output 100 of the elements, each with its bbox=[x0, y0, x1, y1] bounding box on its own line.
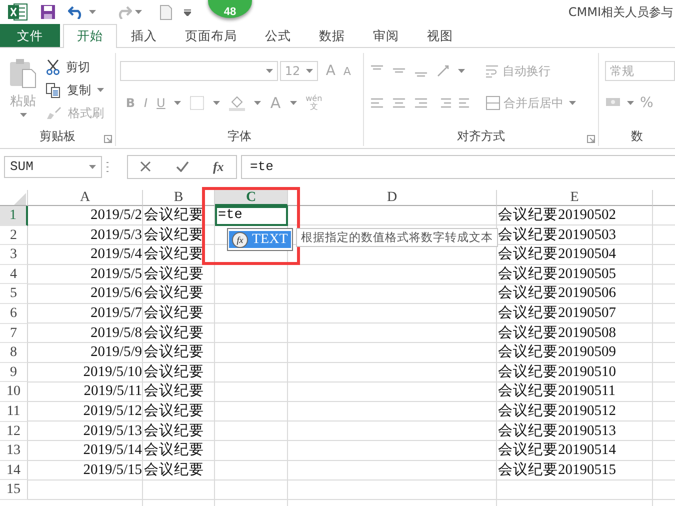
ribbon-tab[interactable]: 公式 bbox=[251, 24, 305, 47]
table-cell-text: 2019/5/3 bbox=[89, 226, 143, 245]
table-cell-text: 会议纪要20190505 bbox=[497, 264, 617, 284]
table-cell-text: 会议纪要20190503 bbox=[497, 226, 617, 245]
cut-button[interactable]: 剪切 bbox=[66, 58, 90, 76]
row-header[interactable]: 5 bbox=[0, 284, 28, 304]
group-label: 数 bbox=[631, 128, 643, 145]
row-header[interactable]: 4 bbox=[0, 264, 28, 284]
autocomplete-item[interactable]: fx TEXT bbox=[229, 231, 291, 248]
table-cell-text: 2019/5/12 bbox=[82, 402, 143, 421]
ribbon-tab[interactable]: 数据 bbox=[305, 24, 359, 47]
group-label: 剪贴板 bbox=[39, 128, 76, 145]
table-cell-text: 会议纪要 bbox=[143, 324, 205, 343]
row-header[interactable]: 6 bbox=[0, 304, 28, 324]
ribbon-tab[interactable]: 开始 bbox=[63, 24, 117, 48]
column-header[interactable]: D bbox=[288, 190, 497, 206]
excel-logo-icon[interactable] bbox=[8, 3, 28, 21]
table-cell-text: 会议纪要 bbox=[143, 441, 205, 460]
row-header[interactable]: 11 bbox=[0, 402, 28, 422]
table-cell-text: 会议纪要 bbox=[143, 343, 205, 362]
row-header[interactable]: 14 bbox=[0, 460, 28, 480]
caret-icon bbox=[135, 10, 142, 14]
ribbon-tab[interactable]: 页面布局 bbox=[171, 24, 251, 47]
column-header[interactable]: E bbox=[497, 190, 653, 206]
row-header[interactable]: 13 bbox=[0, 441, 28, 461]
table-cell-text: 2019/5/13 bbox=[82, 422, 143, 441]
fill-color-icon[interactable] bbox=[229, 95, 246, 111]
table-cell-text: 会议纪要 bbox=[143, 284, 205, 304]
table-cell-text: 会议纪要 bbox=[143, 422, 205, 441]
table-cell-text: 2019/5/7 bbox=[89, 304, 143, 323]
table-cell-text: 2019/5/10 bbox=[82, 362, 143, 382]
scissors-icon[interactable] bbox=[46, 59, 60, 75]
row-header[interactable]: 10 bbox=[0, 382, 28, 402]
table-cell-text: 会议纪要 bbox=[143, 264, 205, 284]
copy-button[interactable]: 复制 bbox=[67, 82, 91, 98]
table-cell-text: 会议纪要20190509 bbox=[497, 343, 617, 362]
caret-icon bbox=[266, 69, 273, 73]
table-cell-text: 2019/5/4 bbox=[89, 245, 143, 264]
table-cell-text: 2019/5/15 bbox=[82, 460, 143, 480]
row-header[interactable]: 7 bbox=[0, 324, 28, 344]
caret-icon bbox=[569, 101, 576, 105]
row-header[interactable]: 9 bbox=[0, 362, 28, 382]
caret-icon bbox=[89, 10, 96, 14]
customize-toolbar-icon[interactable] bbox=[184, 8, 191, 16]
new-document-icon[interactable] bbox=[160, 4, 172, 20]
ribbon-tab[interactable]: 审阅 bbox=[359, 24, 413, 47]
file-tab[interactable]: 文件 bbox=[0, 24, 60, 47]
table-cell-text: 会议纪要20190512 bbox=[497, 402, 617, 421]
checkmark-icon[interactable] bbox=[176, 161, 189, 172]
caret-icon bbox=[20, 113, 26, 117]
save-icon[interactable] bbox=[40, 4, 56, 20]
table-cell-text: 会议纪要 bbox=[143, 245, 205, 264]
dialog-launcher-icon[interactable] bbox=[104, 135, 112, 143]
borders-icon[interactable] bbox=[190, 96, 204, 110]
ribbon-tab[interactable]: 视图 bbox=[413, 24, 467, 47]
caret-icon bbox=[458, 69, 466, 73]
brush-icon[interactable] bbox=[46, 106, 62, 120]
ribbon-tab[interactable]: 插入 bbox=[117, 24, 171, 47]
active-cell[interactable]: =te bbox=[215, 206, 288, 226]
table-cell-text: 会议纪要20190510 bbox=[497, 362, 617, 382]
caret-icon bbox=[213, 101, 220, 105]
table-cell-text: 2019/5/6 bbox=[89, 284, 143, 304]
caret-icon bbox=[89, 164, 96, 168]
group-label: 对齐方式 bbox=[457, 128, 506, 145]
function-tooltip: 根据指定的数值格式将数字转成文本 bbox=[296, 228, 498, 247]
table-cell-text: 2019/5/9 bbox=[89, 343, 143, 362]
table-cell-text: 会议纪要20190508 bbox=[497, 324, 617, 343]
cancel-icon[interactable] bbox=[140, 161, 152, 172]
row-header[interactable]: 2 bbox=[0, 226, 28, 246]
table-cell-text: 2019/5/14 bbox=[82, 441, 143, 460]
table-cell-text: 会议纪要 bbox=[143, 402, 205, 421]
row-header[interactable]: 12 bbox=[0, 422, 28, 442]
font-name-field[interactable] bbox=[120, 61, 278, 81]
column-header[interactable]: C bbox=[215, 190, 288, 206]
table-cell-text: 会议纪要20190515 bbox=[497, 460, 617, 480]
column-header[interactable]: A bbox=[28, 190, 143, 206]
formula-input[interactable]: =te bbox=[241, 154, 675, 178]
dialog-launcher-icon[interactable] bbox=[587, 135, 595, 143]
caret-icon bbox=[290, 101, 297, 105]
copy-icon[interactable] bbox=[46, 82, 61, 98]
paste-icon[interactable] bbox=[8, 57, 38, 89]
row-header[interactable]: 15 bbox=[0, 480, 28, 500]
name-box[interactable]: SUM bbox=[4, 156, 102, 178]
group-label: 字体 bbox=[228, 128, 252, 145]
caret-icon bbox=[97, 88, 104, 92]
table-cell-text: 2019/5/2 bbox=[89, 206, 143, 225]
table-cell-text: 会议纪要 bbox=[143, 382, 205, 402]
window-title: CMMI相关人员参与 bbox=[568, 4, 673, 20]
caret-icon bbox=[174, 101, 182, 105]
caret-icon bbox=[627, 101, 634, 105]
caret-icon bbox=[306, 69, 313, 73]
wrap-text-icon bbox=[485, 64, 500, 78]
table-cell-text: 会议纪要20190511 bbox=[497, 382, 616, 402]
table-cell-text: 2019/5/11 bbox=[82, 382, 143, 402]
table-cell-text: 会议纪要 bbox=[143, 304, 205, 323]
insert-function-button[interactable]: fx bbox=[212, 158, 224, 174]
row-header[interactable]: 3 bbox=[0, 245, 28, 265]
row-header[interactable]: 8 bbox=[0, 343, 28, 363]
table-cell-text: 2019/5/5 bbox=[89, 264, 143, 284]
row-header[interactable]: 1 bbox=[0, 206, 28, 226]
